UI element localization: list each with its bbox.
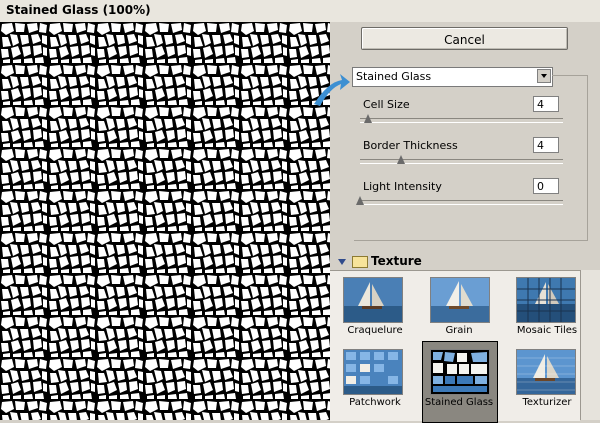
divider — [354, 240, 588, 241]
border-thickness-label: Border Thickness — [363, 139, 458, 152]
thumb-label: Texturizer — [522, 397, 572, 408]
section-title: Texture — [371, 254, 422, 268]
texture-gallery: Craquelure Grain Mosaic Tiles Patchwork — [330, 270, 580, 423]
thumb-label: Craquelure — [347, 325, 403, 336]
preview-canvas[interactable] — [0, 22, 330, 420]
thumb-label: Patchwork — [349, 397, 401, 408]
thumb-texturizer[interactable] — [516, 349, 576, 395]
filter-dialog: Stained Glass (100%) Cancel Stained Glas… — [0, 0, 600, 423]
thumb-label: Mosaic Tiles — [516, 325, 578, 336]
thumbnail-image — [343, 277, 403, 323]
stained-glass-preview — [0, 22, 330, 420]
thumb-stained-glass[interactable] — [430, 349, 490, 395]
divider — [552, 75, 588, 76]
title-bar: Stained Glass (100%) — [0, 0, 600, 23]
cell-size-slider-thumb[interactable] — [364, 114, 373, 123]
thumbnail-image — [430, 277, 490, 323]
thumb-grain[interactable] — [430, 277, 490, 323]
thumb-mosaic-tiles[interactable] — [516, 277, 576, 323]
texture-section-header[interactable]: Texture — [338, 254, 422, 268]
filter-select[interactable]: Stained Glass — [352, 67, 553, 87]
thumb-label: Stained Glass — [424, 397, 494, 408]
folder-icon — [352, 255, 368, 268]
cancel-button[interactable]: Cancel — [361, 27, 568, 50]
thumbnail-image — [343, 349, 403, 395]
thumb-patchwork[interactable] — [343, 349, 403, 395]
arrow-icon — [314, 74, 350, 106]
divider — [587, 75, 588, 240]
light-intensity-label: Light Intensity — [363, 180, 442, 193]
border-thickness-slider[interactable] — [360, 155, 563, 164]
light-intensity-input[interactable]: 0 — [533, 178, 559, 194]
triangle-down-icon[interactable] — [338, 258, 346, 265]
light-intensity-slider[interactable] — [356, 196, 563, 205]
cell-size-label: Cell Size — [363, 98, 410, 111]
light-intensity-slider-thumb[interactable] — [356, 196, 364, 205]
filter-select-value: Stained Glass — [356, 70, 432, 83]
thumbnail-image — [516, 277, 576, 323]
window-title: Stained Glass (100%) — [6, 3, 151, 17]
thumbnail-image — [430, 349, 490, 395]
thumbnail-image — [516, 349, 576, 395]
border-thickness-input[interactable]: 4 — [533, 137, 559, 153]
gallery-scrollbar[interactable] — [580, 270, 600, 420]
chevron-down-icon[interactable] — [537, 69, 551, 83]
cell-size-input[interactable]: 4 — [533, 96, 559, 112]
cell-size-slider[interactable] — [360, 114, 563, 123]
controls-panel: Cancel Stained Glass Cell Size 4 Border … — [314, 22, 600, 423]
border-thickness-slider-thumb[interactable] — [396, 155, 405, 164]
thumb-label: Grain — [445, 325, 473, 336]
thumb-craquelure[interactable] — [343, 277, 403, 323]
